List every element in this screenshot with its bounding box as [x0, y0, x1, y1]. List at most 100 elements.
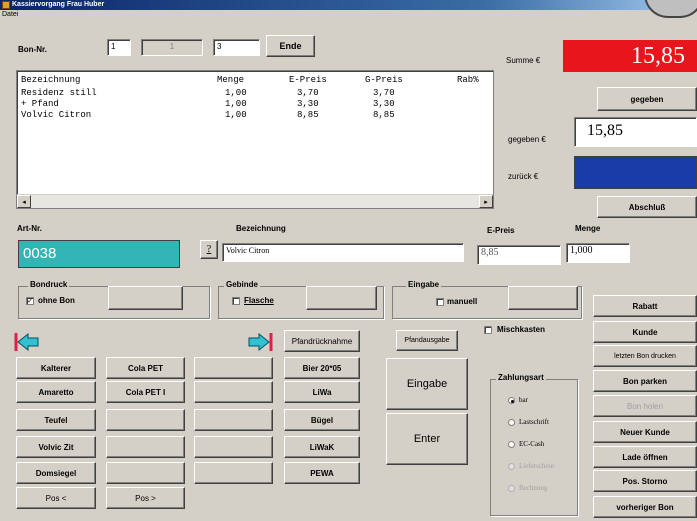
- enter-button[interactable]: Enter: [386, 413, 468, 465]
- scroll-left-icon[interactable]: ◂: [17, 195, 31, 208]
- zahlungsart-radio[interactable]: [508, 419, 515, 426]
- table-cell: Volvic Citron: [21, 110, 92, 120]
- right-action-button[interactable]: Bon holen: [593, 395, 697, 417]
- table-cell: 3,70: [373, 88, 395, 98]
- pos-prev-button[interactable]: Pos <: [16, 487, 96, 509]
- quick-button[interactable]: [194, 462, 273, 484]
- artnr-input[interactable]: 0038: [18, 240, 180, 268]
- scroll-right-icon[interactable]: ▸: [479, 195, 493, 208]
- column-header: Menge: [217, 75, 245, 85]
- bezeichnung-input[interactable]: Volvic Citron: [222, 243, 464, 262]
- quick-button[interactable]: [194, 381, 273, 403]
- right-action-button[interactable]: Rabatt: [593, 295, 697, 317]
- quick-button[interactable]: Bier 20*05: [284, 357, 360, 379]
- eingabe-button[interactable]: Eingabe: [386, 358, 468, 410]
- gebinde-blank-button[interactable]: [306, 286, 377, 310]
- table-scrollbar[interactable]: ◂ ▸: [17, 194, 493, 208]
- gegeben-input[interactable]: 15,85: [574, 117, 697, 147]
- zahlungsart-radio[interactable]: [508, 463, 515, 470]
- bon-nr-label: Bon-Nr.: [18, 45, 47, 54]
- flasche-checkbox[interactable]: [232, 297, 240, 305]
- manuell-checkbox[interactable]: [436, 298, 444, 306]
- bondruck-blank-button[interactable]: [108, 286, 183, 310]
- quick-button[interactable]: Teufel: [16, 409, 96, 431]
- quick-button[interactable]: Volvic Zit: [16, 436, 96, 458]
- zahlungsart-option-label[interactable]: Lieferschein: [519, 462, 554, 470]
- zahlungsart-title: Zahlungsart: [496, 373, 546, 382]
- arrow-right-icon[interactable]: [247, 331, 273, 353]
- pos-next-button[interactable]: Pos >: [106, 487, 185, 509]
- right-action-button[interactable]: letzten Bon drucken: [593, 345, 697, 367]
- summe-display: 15,85: [563, 40, 697, 72]
- epreis-input[interactable]: 8,85: [477, 245, 561, 265]
- quick-button[interactable]: Bügel: [284, 409, 360, 431]
- ende-button[interactable]: Ende: [266, 35, 315, 57]
- quick-button[interactable]: Cola PET I: [106, 381, 185, 403]
- right-action-button[interactable]: Lade öffnen: [593, 446, 697, 468]
- quick-button[interactable]: [106, 462, 185, 484]
- column-header: Rab%: [457, 75, 479, 85]
- zahlungsart-option-label[interactable]: bar: [519, 396, 528, 404]
- help-button[interactable]: ?: [200, 240, 218, 259]
- quick-button[interactable]: Cola PET: [106, 357, 185, 379]
- right-action-button[interactable]: Neuer Kunde: [593, 421, 697, 443]
- menu-bar: Datei: [0, 10, 697, 20]
- table-cell: + Pfand: [21, 99, 59, 109]
- artnr-label: Art-Nr.: [17, 224, 42, 233]
- quick-button[interactable]: PEWA: [284, 462, 360, 484]
- abschluss-button[interactable]: Abschluß: [597, 196, 697, 218]
- table-cell: 1,00: [225, 110, 247, 120]
- mischkasten-checkbox[interactable]: [484, 326, 492, 334]
- quick-button[interactable]: [194, 409, 273, 431]
- right-action-button[interactable]: vorheriger Bon: [593, 496, 697, 518]
- mischkasten-label[interactable]: Mischkasten: [497, 325, 545, 334]
- column-header: E-Preis: [289, 75, 327, 85]
- zahlungsart-radio[interactable]: [508, 397, 515, 404]
- right-action-button[interactable]: Pos. Storno: [593, 470, 697, 492]
- zahlungsart-option-label[interactable]: EC-Cash: [519, 440, 544, 448]
- flasche-label[interactable]: Flasche: [244, 296, 274, 305]
- eingabe-title: Eingabe: [406, 280, 442, 289]
- menge-input[interactable]: 1,000: [566, 243, 630, 263]
- table-cell: 1,00: [225, 88, 247, 98]
- items-table[interactable]: Bezeichnung Menge E-Preis G-Preis Rab% Reside…: [16, 70, 494, 209]
- right-action-button[interactable]: Bon parken: [593, 370, 697, 392]
- quick-button[interactable]: Amaretto: [16, 381, 96, 403]
- zahlungsart-option-label[interactable]: Lastschrift: [519, 418, 549, 426]
- window-title-bar: Kassiervorgang Frau Huber: [0, 0, 697, 10]
- ohne-bon-checkbox[interactable]: ✓: [26, 297, 34, 305]
- right-action-button[interactable]: Kunde: [593, 321, 697, 343]
- table-cell: 3,70: [297, 88, 319, 98]
- zurueck-display: [574, 156, 697, 189]
- zahlungsart-radio[interactable]: [508, 441, 515, 448]
- quick-button[interactable]: LiWa: [284, 381, 360, 403]
- quick-button[interactable]: [106, 436, 185, 458]
- bezeichnung-label: Bezeichnung: [236, 224, 286, 233]
- quick-button[interactable]: LiWaK: [284, 436, 360, 458]
- gegeben-button[interactable]: gegeben: [597, 87, 697, 111]
- table-cell: 8,85: [297, 110, 319, 120]
- zahlungsart-radio[interactable]: [508, 485, 515, 492]
- eingabe-blank-button[interactable]: [508, 286, 578, 310]
- zurueck-label: zurück €: [508, 172, 539, 181]
- ohne-bon-label[interactable]: ohne Bon: [38, 296, 75, 305]
- table-cell: Residenz still: [21, 88, 97, 98]
- zahlungsart-option-label[interactable]: Rechnung: [519, 484, 547, 492]
- bon-nr-field-3[interactable]: 3: [213, 39, 260, 56]
- pfandruecknahme-button[interactable]: Pfandrücknahme: [284, 330, 360, 352]
- quick-button[interactable]: Domsiegel: [16, 462, 96, 484]
- pfandausgabe-button[interactable]: Pfandausgabe: [396, 330, 458, 351]
- arrow-left-icon[interactable]: [14, 331, 40, 353]
- quick-button[interactable]: Kalterer: [16, 357, 96, 379]
- gebinde-title: Gebinde: [224, 280, 261, 289]
- quick-button[interactable]: [106, 409, 185, 431]
- quick-button[interactable]: [194, 436, 273, 458]
- menu-datei[interactable]: Datei: [2, 11, 18, 18]
- manuell-label[interactable]: manuell: [447, 297, 477, 306]
- quick-button[interactable]: [194, 357, 273, 379]
- bon-nr-field-1[interactable]: 1: [107, 39, 131, 56]
- table-cell: 3,30: [373, 99, 395, 109]
- table-cell: 1,00: [225, 99, 247, 109]
- app-icon: [2, 1, 10, 9]
- summe-label: Summe €: [506, 56, 541, 65]
